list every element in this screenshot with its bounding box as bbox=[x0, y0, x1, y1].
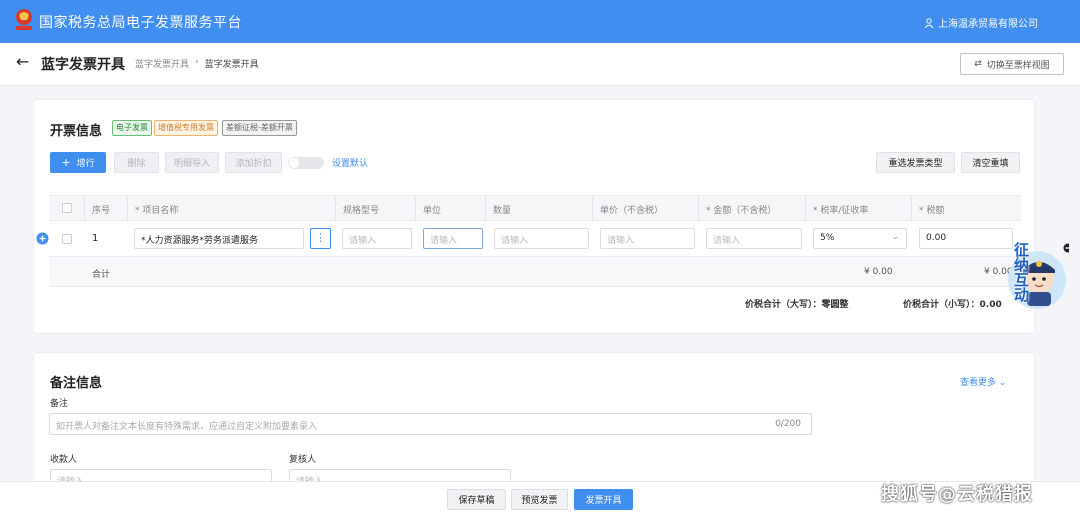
tax-rate-value: 5% bbox=[820, 233, 835, 243]
issue-invoice-button[interactable]: 发票开具 bbox=[574, 489, 633, 510]
total-amount: ¥ 0.00 bbox=[864, 267, 893, 277]
total-label: 合计 bbox=[92, 270, 111, 280]
item-name-input[interactable]: *人力资源服务*劳务派遣服务 bbox=[134, 228, 304, 249]
chevron-down-icon: ⌄ bbox=[891, 232, 899, 242]
column-header-unit-price: 单价（不含税） bbox=[600, 206, 664, 216]
view-more-label: 查看更多 bbox=[960, 378, 997, 388]
top-bar: 国家税务总局电子发票服务平台 上海温承贸易有限公司 bbox=[0, 0, 1080, 43]
row-checkbox[interactable] bbox=[62, 234, 72, 244]
column-header-tax-rate: * 税率/征收率 bbox=[813, 206, 869, 216]
quantity-input[interactable]: 请输入 bbox=[494, 228, 589, 249]
unit-input[interactable]: 请输入 bbox=[423, 228, 483, 249]
tax-rate-select[interactable]: 5% ⌄ bbox=[813, 228, 907, 249]
preview-invoice-button[interactable]: 预览发票 bbox=[511, 489, 568, 510]
tax-emblem-icon bbox=[16, 9, 32, 30]
switch-view-button[interactable]: ⇄ 切换至票样视图 bbox=[960, 53, 1064, 75]
mascot-label: 征纳互动 bbox=[1012, 242, 1030, 302]
remark-info-card: 备注信息 查看更多 ⌄ 备注 如开票人对备注文本长度有特殊需求，应通过自定义附加… bbox=[33, 352, 1035, 492]
company-name: 上海温承贸易有限公司 bbox=[938, 19, 1038, 30]
reselect-invoice-type-button[interactable]: 重选发票类型 bbox=[876, 152, 955, 173]
save-draft-button[interactable]: 保存草稿 bbox=[447, 489, 506, 510]
breadcrumb-current: 蓝字发票开具 bbox=[204, 60, 259, 70]
column-header-amount: * 金额（不含税） bbox=[706, 206, 777, 216]
reviewer-label: 复核人 bbox=[289, 455, 317, 465]
add-row-label: 增行 bbox=[76, 159, 95, 169]
swap-icon: ⇄ bbox=[974, 59, 982, 69]
total-upper: 价税合计（大写）：零圆整 bbox=[745, 297, 849, 310]
default-toggle[interactable] bbox=[288, 157, 324, 169]
delete-row-button[interactable]: 删除 bbox=[114, 152, 159, 173]
tag-e-invoice: 电子发票 bbox=[112, 120, 152, 136]
remark-section-title: 备注信息 bbox=[50, 376, 103, 391]
select-all-checkbox[interactable] bbox=[62, 203, 72, 213]
import-details-button[interactable]: 明细导入 bbox=[165, 152, 219, 173]
expand-row-icon[interactable] bbox=[36, 232, 49, 245]
more-options-icon[interactable]: ⋮ bbox=[310, 228, 331, 249]
total-lower-label: 价税合计（小写）： bbox=[903, 300, 980, 310]
clear-form-button[interactable]: 清空重填 bbox=[961, 152, 1020, 173]
remark-textarea[interactable]: 如开票人对备注文本长度有特殊需求，应通过自定义附加要素录入 0/200 bbox=[49, 413, 812, 435]
back-arrow-icon[interactable]: ← bbox=[16, 52, 29, 71]
plus-icon: + bbox=[61, 156, 71, 169]
payee-label: 收款人 bbox=[50, 455, 78, 465]
user-icon bbox=[924, 17, 934, 28]
total-upper-label: 价税合计（大写）： bbox=[745, 300, 822, 310]
column-header-tax: * 税额 bbox=[919, 206, 945, 216]
add-row-button[interactable]: + 增行 bbox=[50, 152, 106, 173]
watermark: 搜狐号@云税猎报 bbox=[881, 484, 1033, 505]
remark-label: 备注 bbox=[50, 399, 69, 409]
chevron-down-icon: ⌄ bbox=[998, 378, 1007, 388]
tax-assistant-mascot[interactable]: 征纳互动 bbox=[977, 240, 1073, 312]
column-header-item-name: * 项目名称 bbox=[135, 206, 179, 216]
total-row: 合计 ¥ 0.00 ¥ 0.00 bbox=[49, 256, 1021, 287]
column-header-index: 序号 bbox=[92, 206, 111, 216]
breadcrumb-separator-icon: › bbox=[195, 57, 199, 67]
remark-placeholder: 如开票人对备注文本长度有特殊需求，应通过自定义附加要素录入 bbox=[56, 422, 318, 432]
amount-input[interactable]: 请输入 bbox=[706, 228, 802, 249]
view-more-link[interactable]: 查看更多 ⌄ bbox=[960, 375, 1006, 388]
tag-differential: 差额征税-差额开票 bbox=[222, 120, 297, 136]
platform-title: 国家税务总局电子发票服务平台 bbox=[39, 15, 242, 31]
invoice-info-card: 开票信息 电子发票 增值税专用发票 差额征税-差额开票 + 增行 删除 明细导入… bbox=[33, 99, 1035, 334]
invoice-section-title: 开票信息 bbox=[50, 124, 103, 139]
row-index: 1 bbox=[92, 233, 99, 244]
column-header-quantity: 数量 bbox=[493, 206, 512, 216]
spec-input[interactable]: 请输入 bbox=[342, 228, 412, 249]
switch-view-label: 切换至票样视图 bbox=[986, 60, 1050, 71]
user-menu[interactable]: 上海温承贸易有限公司 bbox=[924, 15, 1038, 30]
breadcrumb: 蓝字发票开具 › 蓝字发票开具 bbox=[135, 57, 259, 70]
column-header-spec: 规格型号 bbox=[343, 206, 380, 216]
total-upper-value: 零圆整 bbox=[821, 300, 849, 310]
remark-char-counter: 0/200 bbox=[775, 419, 801, 429]
tag-special-vat: 增值税专用发票 bbox=[154, 120, 218, 136]
unit-price-input[interactable]: 请输入 bbox=[600, 228, 695, 249]
page-title: 蓝字发票开具 bbox=[41, 57, 125, 73]
page-header: ← 蓝字发票开具 蓝字发票开具 › 蓝字发票开具 ⇄ 切换至票样视图 bbox=[0, 43, 1080, 86]
breadcrumb-item[interactable]: 蓝字发票开具 bbox=[135, 57, 189, 70]
add-discount-button[interactable]: 添加折扣 bbox=[225, 152, 282, 173]
table-header: 序号 * 项目名称 规格型号 单位 数量 单价（不含税） * 金额（不含税） *… bbox=[49, 195, 1021, 222]
set-default-link[interactable]: 设置默认 bbox=[332, 156, 368, 169]
column-header-unit: 单位 bbox=[423, 206, 442, 216]
